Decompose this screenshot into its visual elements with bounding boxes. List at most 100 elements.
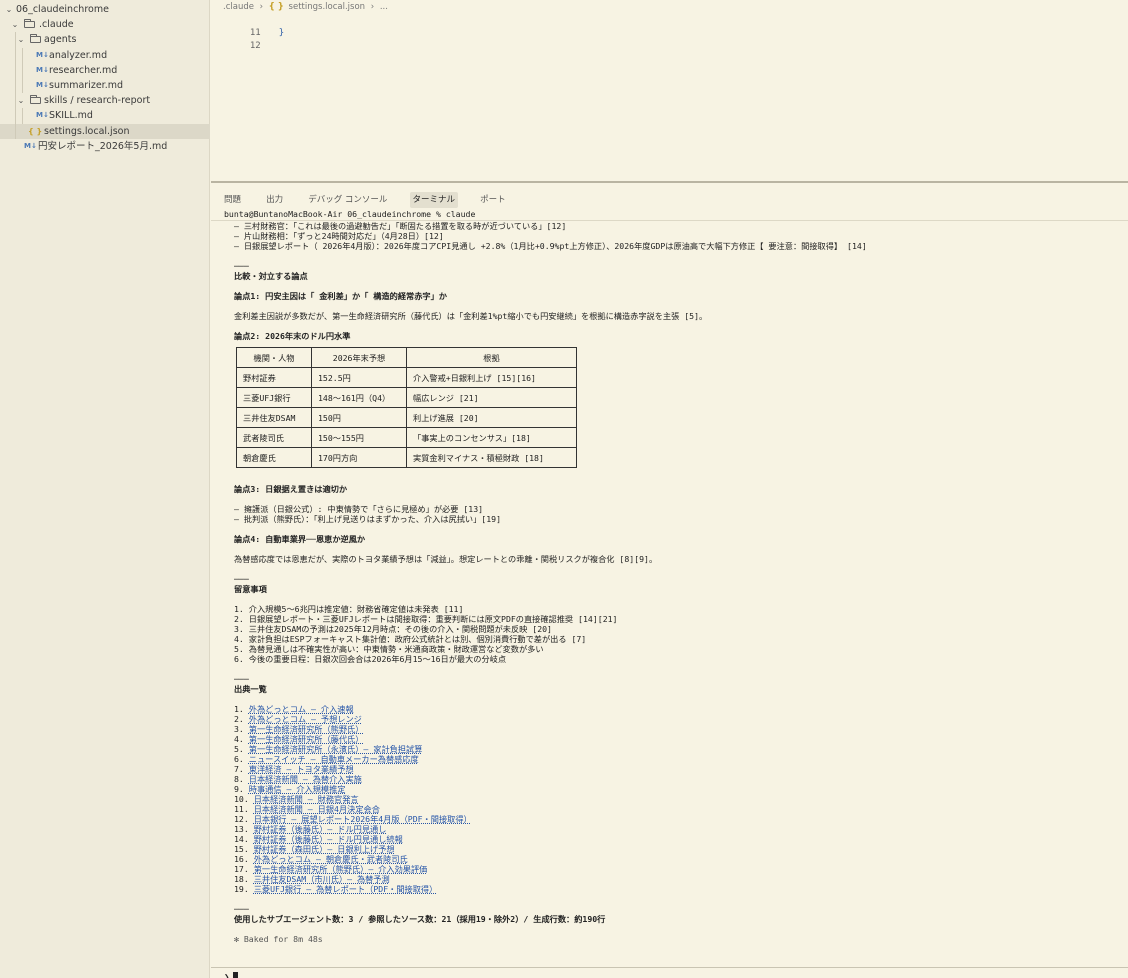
chevron-down-icon: ⌄ (5, 5, 13, 14)
source-item: 7. 東洋経済 ― トヨタ業績予想 (234, 764, 1114, 774)
source-link[interactable]: 三井住友DSAM（市川氏）― 為替予測 (254, 874, 390, 884)
tab-ports[interactable]: ポート (477, 192, 509, 208)
source-link[interactable]: 第一生命経済研究所（熊野氏）― 介入効果評価 (254, 864, 428, 874)
note-item: 2. 日銀展望レポート・三菱UFJレポートは間接取得：重要判断には原文PDFの直… (234, 614, 618, 624)
tree-item-report-md[interactable]: M↓ 円安レポート_2026年5月.md (0, 139, 210, 154)
issue-heading: 論点4: 自動車業界──恩恵か逆風か (234, 534, 366, 544)
tree-item-settings-json[interactable]: { } settings.local.json (0, 123, 210, 139)
section-heading: 出典一覧 (234, 684, 267, 694)
indent-guide (22, 77, 23, 94)
note-item: 3. 三井住友DSAMの予測は2025年12月時点：その後の介入・関税問題が未反… (234, 624, 552, 634)
baked-status: ✻ Baked for 8m 48s (234, 934, 323, 944)
code-text: } (278, 28, 285, 38)
table-cell: 野村証券 (236, 367, 312, 388)
indent-guide (22, 62, 23, 78)
separator: ─── (234, 261, 249, 271)
panel-tabs: 問題 出力 デバッグ コンソール ターミナル ポート (221, 187, 523, 208)
column-header: 根拠 (406, 347, 577, 368)
source-number: 11. (234, 804, 249, 814)
tab-problems[interactable]: 問題 (221, 192, 244, 208)
indent-guide (15, 108, 16, 124)
source-item: 18. 三井住友DSAM（市川氏）― 為替予測 (234, 874, 1114, 884)
breadcrumb-item[interactable]: ... (380, 2, 388, 12)
table-cell: 利上げ進展 [20] (406, 407, 577, 428)
explorer-sidebar: ⌄ 06_claudeinchrome ⌄ .claude ⌄ agents M… (0, 0, 210, 978)
source-number: 2. (234, 714, 244, 724)
source-link[interactable]: 第一生命経済研究所（熊野氏） (249, 724, 364, 734)
source-link[interactable]: 外為どっとコム ― 予想レンジ (249, 714, 362, 724)
source-link[interactable]: 日本経済新聞 ― 為替介入実施 (249, 774, 362, 784)
source-number: 12. (234, 814, 249, 824)
source-link[interactable]: 第一生命経済研究所（藤代氏） (249, 734, 364, 744)
tree-item-claude-folder[interactable]: ⌄ .claude (0, 17, 210, 32)
json-icon: { } (28, 126, 43, 136)
source-link[interactable]: 外為どっとコム ― 朝倉慶氏・武者陵司氏 (254, 854, 408, 864)
source-link[interactable]: 日本経済新聞 ― 日銀4月決定会合 (254, 804, 380, 814)
source-link[interactable]: 第一生命経済研究所（永濱氏）― 家計負担試算 (249, 744, 423, 754)
tree-item-summarizer-md[interactable]: M↓ summarizer.md (0, 77, 210, 94)
output-line: – 片山財務相：「ずっと24時間対応だ」（4月28日）[12] (234, 231, 444, 241)
source-number: 5. (234, 744, 244, 754)
table-cell: 152.5円 (311, 367, 407, 388)
source-number: 6. (234, 754, 244, 764)
chevron-down-icon: ⌄ (11, 20, 19, 30)
source-link[interactable]: ニュースイッチ ― 自動車メーカー為替感応度 (249, 754, 419, 764)
table-cell: 148〜161円（Q4） (311, 387, 407, 408)
table-row: 野村証券 152.5円 介入警戒+日銀利上げ [15][16] (236, 367, 577, 388)
text-cursor (233, 972, 239, 978)
tree-item-label: skills / research-report (44, 95, 151, 107)
indent-guide (22, 47, 23, 63)
tree-item-researcher-md[interactable]: M↓ researcher.md (0, 62, 210, 78)
output-line: – 擁護派（日銀公式）: 中東情勢で「さらに見極め」が必要 [13] (234, 504, 484, 514)
tree-item-skills-folder[interactable]: ⌄ skills / research-report (0, 93, 210, 109)
source-link[interactable]: 野村証券（森田氏）― 日銀利上げ予想 (254, 844, 395, 854)
indent-guide (15, 47, 16, 63)
indent-guide (15, 77, 16, 94)
code-line[interactable]: 12 (211, 27, 279, 51)
tree-item-root-folder[interactable]: ⌄ 06_claudeinchrome (0, 2, 210, 17)
editor-area: .claude › { } settings.local.json › ... … (211, 0, 1128, 180)
breadcrumb-item[interactable]: .claude (223, 2, 254, 12)
note-item: 5. 為替見通しは不確実性が高い：中東情勢・米通商政策・財政運営など変数が多い (234, 644, 544, 654)
source-item: 12. 日本銀行 ― 展望レポート2026年4月版（PDF・間接取得） (234, 814, 1114, 824)
run-summary: 使用したサブエージェント数：3 / 参照したソース数：21（採用19・除外2）/… (234, 914, 606, 924)
source-link[interactable]: 三菱UFJ銀行 ― 為替レポート（PDF・間接取得） (254, 884, 438, 894)
source-link[interactable]: 外為どっとコム ― 介入速報 (249, 704, 354, 714)
output-line: – 日銀展望レポート（ 2026年4月版）：2026年度コアCPI見通し +2.… (234, 241, 867, 251)
source-link[interactable]: 東洋経済 ― トヨタ業績予想 (249, 764, 354, 774)
chevron-down-icon: ⌄ (17, 96, 25, 106)
table-cell: 150円 (311, 407, 407, 428)
tab-output[interactable]: 出力 (263, 192, 286, 208)
source-item: 2. 外為どっとコム ― 予想レンジ (234, 714, 1114, 724)
tree-item-skill-md[interactable]: M↓ SKILL.md (0, 108, 210, 124)
breadcrumb: .claude › { } settings.local.json › ... (223, 2, 388, 12)
tree-item-agents-folder[interactable]: ⌄ agents (0, 32, 210, 48)
source-number: 4. (234, 734, 244, 744)
tree-item-label: SKILL.md (49, 110, 93, 122)
tree-item-analyzer-md[interactable]: M↓ analyzer.md (0, 47, 210, 63)
source-item: 15. 野村証券（森田氏）― 日銀利上げ予想 (234, 844, 1114, 854)
source-link[interactable]: 時事通信 ― 介入規模推定 (249, 784, 346, 794)
source-link[interactable]: 野村証券（後藤氏）― ドル円見通し続報 (254, 834, 403, 844)
source-link[interactable]: 野村証券（後藤氏）― ドル円見通し (254, 824, 387, 834)
indent-guide (15, 123, 16, 139)
chevron-right-icon: › (259, 2, 264, 12)
prompt-input[interactable]: ❯ (224, 972, 239, 978)
table-row: 三菱UFJ銀行 148〜161円（Q4） 幅広レンジ [21] (236, 387, 577, 408)
tree-item-label: .claude (39, 19, 74, 31)
issue-heading: 論点2: 2026年末のドル円水準 (234, 331, 351, 341)
source-link[interactable]: 日本銀行 ― 展望レポート2026年4月版（PDF・間接取得） (254, 814, 472, 824)
source-number: 13. (234, 824, 249, 834)
source-item: 16. 外為どっとコム ― 朝倉慶氏・武者陵司氏 (234, 854, 1114, 864)
code-line[interactable]: 11} (211, 14, 284, 38)
table-cell: 介入警戒+日銀利上げ [15][16] (406, 367, 577, 388)
source-item: 4. 第一生命経済研究所（藤代氏） (234, 734, 1114, 744)
folder-icon (30, 34, 41, 44)
source-link[interactable]: 日本経済新聞 ― 財務官発言 (254, 794, 359, 804)
markdown-icon: M↓ (36, 80, 49, 89)
tab-terminal[interactable]: ターミナル (409, 192, 459, 208)
tab-debug-console[interactable]: デバッグ コンソール (305, 192, 390, 208)
breadcrumb-item[interactable]: settings.local.json (289, 2, 365, 12)
separator: ─── (234, 674, 249, 684)
source-item: 8. 日本経済新聞 ― 為替介入実施 (234, 774, 1114, 784)
